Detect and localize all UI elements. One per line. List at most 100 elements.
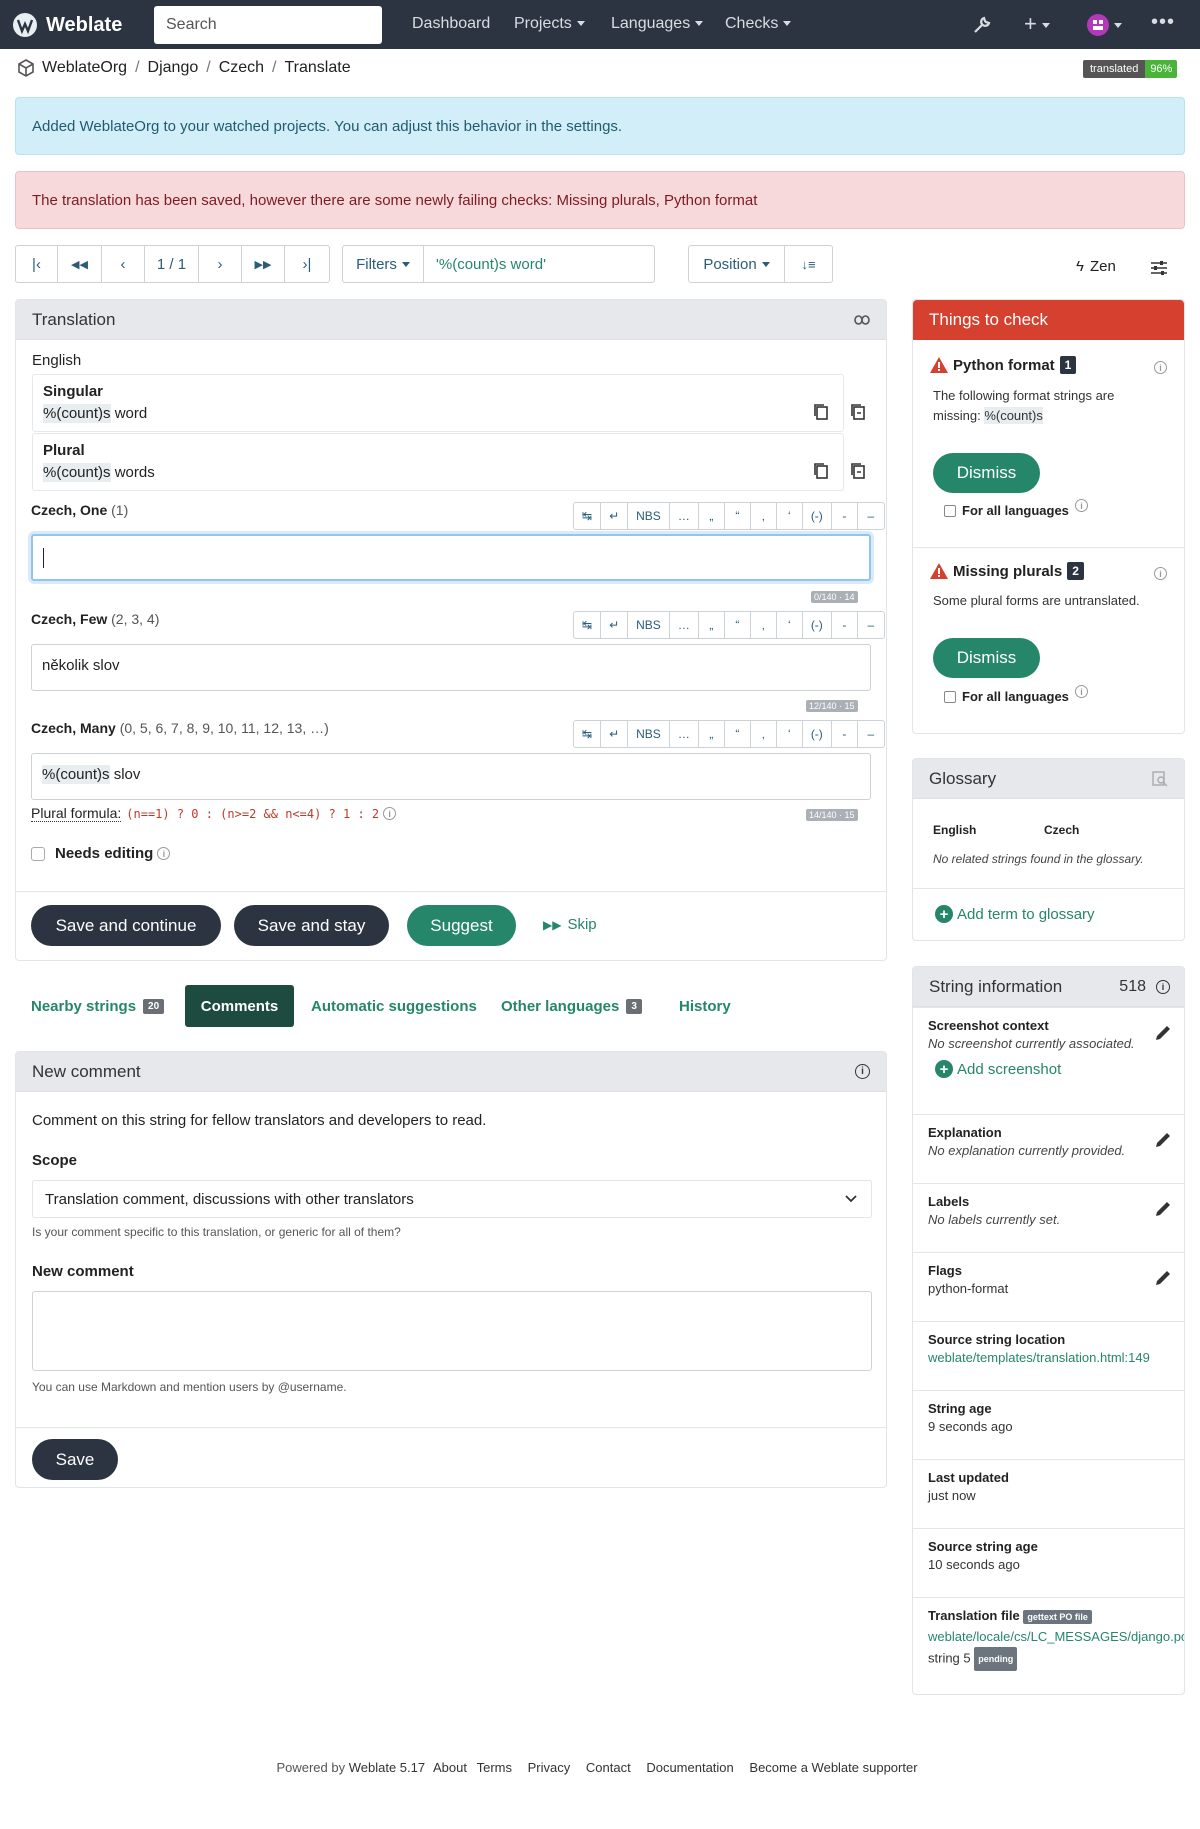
hyphen-button[interactable]: - (832, 721, 858, 747)
low-quote-button[interactable]: „ (699, 721, 725, 747)
low-single-quote-button[interactable]: ‚ (751, 612, 777, 638)
weblate-version-link[interactable]: Weblate 5.17 (349, 1760, 425, 1775)
footer-documentation-link[interactable]: Documentation (646, 1760, 733, 1775)
save-comment-button[interactable]: Save (32, 1439, 118, 1480)
single-quote-button[interactable]: ‘ (777, 612, 803, 638)
nav-languages[interactable]: Languages (611, 15, 704, 33)
footer-contact-link[interactable]: Contact (586, 1760, 631, 1775)
search-query-input[interactable]: '%(count)s word' (423, 245, 655, 283)
link-icon[interactable] (854, 314, 870, 325)
tab-nearby-strings[interactable]: Nearby strings 20 (31, 998, 165, 1015)
single-quote-button[interactable]: ‘ (777, 503, 803, 529)
nbsp-button[interactable]: NBS (628, 503, 670, 529)
hyphen-button[interactable]: - (832, 612, 858, 638)
pencil-icon[interactable] (1154, 1024, 1172, 1042)
dismiss-button[interactable]: Dismiss (933, 638, 1040, 678)
tab-char-button[interactable]: ↹ (574, 612, 602, 638)
breadcrumb-language[interactable]: Czech (219, 59, 264, 77)
info-icon[interactable]: i (383, 807, 397, 820)
info-icon[interactable]: i (1156, 979, 1170, 994)
pencil-icon[interactable] (1154, 1200, 1172, 1218)
zen-mode-button[interactable]: ϟ Zen (1076, 258, 1116, 275)
ellipsis-button[interactable]: … (670, 721, 699, 747)
save-and-stay-button[interactable]: Save and stay (234, 905, 389, 946)
more-icon[interactable]: ••• (1151, 11, 1175, 34)
soft-hyphen-button[interactable]: (-) (803, 612, 832, 638)
next-fast-button[interactable]: ▶▶ (242, 246, 285, 282)
pencil-icon[interactable] (1154, 1269, 1172, 1287)
nav-projects[interactable]: Projects (514, 15, 585, 33)
add-menu[interactable]: + (1024, 11, 1050, 37)
footer-privacy-link[interactable]: Privacy (528, 1760, 571, 1775)
high-quote-button[interactable]: “ (725, 721, 751, 747)
dash-button[interactable]: – (858, 721, 884, 747)
breadcrumb-component[interactable]: Django (148, 59, 199, 77)
pencil-icon[interactable] (1154, 1131, 1172, 1149)
search-input[interactable]: Search (154, 6, 382, 44)
scope-select[interactable]: Translation comment, discussions with ot… (32, 1180, 872, 1218)
dash-button[interactable]: – (858, 503, 884, 529)
translation-input-few[interactable]: několik slov (31, 644, 871, 691)
info-icon[interactable]: i (855, 1064, 870, 1079)
tab-char-button[interactable]: ↹ (574, 503, 602, 529)
for-all-languages-checkbox[interactable]: For all languages (944, 689, 1069, 704)
translation-file-link-ext[interactable]: .po (1170, 1629, 1184, 1644)
dash-button[interactable]: – (858, 612, 884, 638)
source-location-link[interactable]: weblate/templates/translation.html:149 (928, 1350, 1171, 1365)
clone-to-translation-icon[interactable] (850, 403, 866, 421)
high-quote-button[interactable]: “ (725, 612, 751, 638)
for-all-languages-checkbox[interactable]: For all languages (944, 503, 1069, 518)
hyphen-button[interactable]: - (832, 503, 858, 529)
info-icon[interactable]: i (1154, 361, 1167, 374)
glossary-search-icon[interactable] (1152, 770, 1168, 787)
info-icon[interactable]: i (1154, 567, 1167, 580)
nbsp-button[interactable]: NBS (628, 721, 670, 747)
sort-direction-button[interactable]: ↓≡ (784, 245, 833, 283)
footer-supporter-link[interactable]: Become a Weblate supporter (749, 1760, 917, 1775)
first-string-button[interactable]: |‹ (16, 246, 58, 282)
soft-hyphen-button[interactable]: (-) (803, 503, 832, 529)
newline-char-button[interactable]: ↵ (601, 612, 629, 638)
breadcrumb-project[interactable]: WeblateOrg (42, 59, 127, 77)
save-and-continue-button[interactable]: Save and continue (31, 905, 221, 946)
copy-icon[interactable] (813, 462, 829, 480)
low-single-quote-button[interactable]: ‚ (751, 721, 777, 747)
info-icon[interactable]: i (157, 847, 171, 860)
tab-comments[interactable]: Comments (185, 985, 294, 1027)
translation-file-link[interactable]: weblate/locale/cs/LC_MESSAGES/django (928, 1629, 1170, 1644)
wrench-icon[interactable] (972, 15, 992, 35)
single-quote-button[interactable]: ‘ (777, 721, 803, 747)
translation-input-one[interactable] (31, 534, 871, 581)
info-icon[interactable]: i (1075, 499, 1088, 512)
low-quote-button[interactable]: „ (699, 503, 725, 529)
add-term-to-glossary-link[interactable]: + Add term to glossary (935, 905, 1095, 923)
previous-fast-button[interactable]: ◀◀ (58, 246, 102, 282)
low-quote-button[interactable]: „ (699, 612, 725, 638)
dismiss-button[interactable]: Dismiss (933, 453, 1040, 493)
translation-input-many[interactable]: %(count)s slov (31, 753, 871, 800)
sort-dropdown[interactable]: Position (688, 245, 785, 283)
settings-sliders-icon[interactable] (1150, 260, 1168, 276)
translated-badge[interactable]: translated 96% (1083, 60, 1178, 78)
newline-char-button[interactable]: ↵ (601, 721, 629, 747)
previous-button[interactable]: ‹ (102, 246, 145, 282)
high-quote-button[interactable]: “ (725, 503, 751, 529)
next-button[interactable]: › (199, 246, 242, 282)
nav-dashboard[interactable]: Dashboard (412, 15, 490, 33)
copy-icon[interactable] (813, 403, 829, 421)
nav-checks[interactable]: Checks (725, 15, 792, 33)
ellipsis-button[interactable]: … (670, 503, 699, 529)
clone-to-translation-icon[interactable] (850, 462, 866, 480)
tab-char-button[interactable]: ↹ (574, 721, 602, 747)
weblate-logo[interactable]: Weblate (12, 12, 122, 38)
info-icon[interactable]: i (1075, 685, 1088, 698)
needs-editing-checkbox[interactable]: Needs editing i (31, 845, 171, 862)
skip-button[interactable]: ▶▶ Skip (543, 916, 597, 933)
user-menu[interactable] (1087, 14, 1122, 36)
suggest-button[interactable]: Suggest (407, 905, 516, 946)
tab-history[interactable]: History (679, 998, 731, 1015)
soft-hyphen-button[interactable]: (-) (803, 721, 832, 747)
low-single-quote-button[interactable]: ‚ (751, 503, 777, 529)
footer-about-link[interactable]: About (433, 1760, 467, 1775)
nbsp-button[interactable]: NBS (628, 612, 670, 638)
